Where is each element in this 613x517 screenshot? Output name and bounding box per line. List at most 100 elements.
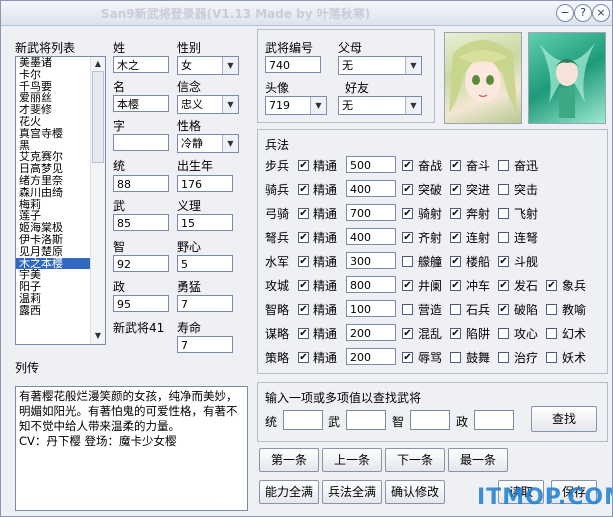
skill-checkbox[interactable]: ✔ xyxy=(450,208,461,219)
next-record-button[interactable]: 下一条 xyxy=(385,448,445,472)
war-input[interactable]: 85 xyxy=(113,214,169,231)
bingfa-value-input[interactable]: 400 xyxy=(346,228,396,245)
list-item[interactable]: 森川由绮 xyxy=(16,187,90,199)
skill-checkbox[interactable]: ✔ xyxy=(402,280,413,291)
skill-checkbox[interactable] xyxy=(402,304,413,315)
biography-textarea[interactable]: 有著樱花般烂漫笑颜的女孩，纯净而美妙，明媚如阳光。有著怕鬼的可爱性格，有著不知不… xyxy=(15,386,248,511)
skill-checkbox[interactable]: ✔ xyxy=(402,184,413,195)
bingfa-value-input[interactable]: 200 xyxy=(346,348,396,365)
skill-checkbox[interactable] xyxy=(498,328,509,339)
full-bingfa-button[interactable]: 兵法全满 xyxy=(322,480,382,504)
full-ability-button[interactable]: 能力全满 xyxy=(259,480,319,504)
search-button[interactable]: 查找 xyxy=(531,406,597,432)
mastery-checkbox[interactable]: ✔ xyxy=(298,256,309,267)
list-item[interactable]: 宇美 xyxy=(16,269,90,281)
skill-checkbox[interactable]: ✔ xyxy=(498,256,509,267)
list-item[interactable]: 爱丽丝 xyxy=(16,92,90,104)
list-item[interactable]: 梅莉 xyxy=(16,199,90,211)
skill-checkbox[interactable]: ✔ xyxy=(450,256,461,267)
list-scrollbar[interactable]: ▲ ▼ xyxy=(90,57,105,344)
list-item[interactable]: 艾克赛尔 xyxy=(16,151,90,163)
bingfa-value-input[interactable]: 800 xyxy=(346,276,396,293)
general-id-input[interactable]: 740 xyxy=(265,56,321,73)
skill-checkbox[interactable] xyxy=(498,160,509,171)
list-item[interactable]: 绪方里奈 xyxy=(16,175,90,187)
bravery-input[interactable]: 7 xyxy=(177,295,233,312)
skill-checkbox[interactable]: ✔ xyxy=(402,208,413,219)
skill-checkbox[interactable]: ✔ xyxy=(402,328,413,339)
first-record-button[interactable]: 第一条 xyxy=(259,448,319,472)
list-item[interactable]: 真宫寺樱 xyxy=(16,128,90,140)
skill-checkbox[interactable]: ✔ xyxy=(402,352,413,363)
search-zheng-input[interactable] xyxy=(474,410,514,430)
scroll-down-icon[interactable]: ▼ xyxy=(92,330,104,342)
skill-checkbox[interactable]: ✔ xyxy=(402,160,413,171)
search-wu-input[interactable] xyxy=(346,410,386,430)
prev-record-button[interactable]: 上一条 xyxy=(322,448,382,472)
given-name-input[interactable]: 本樱 xyxy=(113,95,169,112)
mastery-checkbox[interactable]: ✔ xyxy=(298,208,309,219)
confirm-modify-button[interactable]: 确认修改 xyxy=(385,480,445,504)
list-item[interactable]: 莲子 xyxy=(16,210,90,222)
list-item[interactable]: 伊卡洛斯 xyxy=(16,234,90,246)
skill-checkbox[interactable] xyxy=(498,352,509,363)
courtesy-input[interactable] xyxy=(113,134,169,151)
list-item[interactable]: 卡尔 xyxy=(16,69,90,81)
bingfa-value-input[interactable]: 100 xyxy=(346,300,396,317)
surname-input[interactable]: 木之 xyxy=(113,56,169,73)
bingfa-value-input[interactable]: 300 xyxy=(346,252,396,269)
list-item[interactable]: 才斐修 xyxy=(16,104,90,116)
intelligence-input[interactable]: 92 xyxy=(113,255,169,272)
lifespan-input[interactable]: 7 xyxy=(177,336,233,353)
skill-checkbox[interactable]: ✔ xyxy=(450,280,461,291)
skill-checkbox[interactable] xyxy=(546,328,557,339)
skill-checkbox[interactable]: ✔ xyxy=(450,232,461,243)
friend-select[interactable]: 无 ▼ xyxy=(338,96,422,115)
birth-year-input[interactable]: 176 xyxy=(177,175,233,192)
personality-select[interactable]: 冷静 ▼ xyxy=(177,134,239,153)
bingfa-value-input[interactable]: 500 xyxy=(346,156,396,173)
skill-checkbox[interactable] xyxy=(546,304,557,315)
mastery-checkbox[interactable]: ✔ xyxy=(298,328,309,339)
bingfa-value-input[interactable]: 200 xyxy=(346,324,396,341)
portrait-select[interactable]: 719 ▼ xyxy=(265,96,327,115)
minimize-icon[interactable]: − xyxy=(556,4,574,22)
list-item[interactable]: 见月楚原 xyxy=(16,246,90,258)
skill-checkbox[interactable] xyxy=(450,352,461,363)
skill-checkbox[interactable] xyxy=(450,304,461,315)
list-item[interactable]: 日高梦见 xyxy=(16,163,90,175)
skill-checkbox[interactable]: ✔ xyxy=(402,232,413,243)
skill-checkbox[interactable]: ✔ xyxy=(498,280,509,291)
bingfa-value-input[interactable]: 400 xyxy=(346,180,396,197)
list-item[interactable]: 花火 xyxy=(16,116,90,128)
search-tong-input[interactable] xyxy=(283,410,323,430)
last-record-button[interactable]: 最一条 xyxy=(448,448,508,472)
scroll-thumb[interactable] xyxy=(92,71,104,163)
skill-checkbox[interactable]: ✔ xyxy=(498,304,509,315)
general-list[interactable]: 美墨诸 卡尔 千鸟要 爱丽丝 才斐修 花火 真宫寺樱黑艾克赛尔 日高梦见 绪方里奈 森川由绮 梅莉莲… xyxy=(15,56,106,345)
parent-select[interactable]: 无 ▼ xyxy=(338,56,422,75)
mastery-checkbox[interactable]: ✔ xyxy=(298,160,309,171)
list-item[interactable]: 黑 xyxy=(16,140,90,152)
scroll-up-icon[interactable]: ▲ xyxy=(92,58,104,70)
bingfa-value-input[interactable]: 700 xyxy=(346,204,396,221)
mastery-checkbox[interactable]: ✔ xyxy=(298,232,309,243)
skill-checkbox[interactable] xyxy=(546,352,557,363)
gender-select[interactable]: 女 ▼ xyxy=(177,56,239,75)
list-item[interactable]: 温莉 xyxy=(16,293,90,305)
mastery-checkbox[interactable]: ✔ xyxy=(298,184,309,195)
mastery-checkbox[interactable]: ✔ xyxy=(298,304,309,315)
search-zhi-input[interactable] xyxy=(410,410,450,430)
list-item[interactable]: 千鸟要 xyxy=(16,81,90,93)
skill-checkbox[interactable]: ✔ xyxy=(450,184,461,195)
close-icon[interactable]: × xyxy=(592,4,610,22)
righteousness-input[interactable]: 15 xyxy=(177,214,233,231)
mastery-checkbox[interactable]: ✔ xyxy=(298,352,309,363)
help-icon[interactable]: ? xyxy=(574,4,592,22)
ambition-input[interactable]: 5 xyxy=(177,255,233,272)
leadership-input[interactable]: 88 xyxy=(113,175,169,192)
list-item[interactable]: 姬海棠极 xyxy=(16,222,90,234)
skill-checkbox[interactable]: ✔ xyxy=(450,160,461,171)
skill-checkbox[interactable]: ✔ xyxy=(450,328,461,339)
belief-select[interactable]: 忠义 ▼ xyxy=(177,95,239,114)
